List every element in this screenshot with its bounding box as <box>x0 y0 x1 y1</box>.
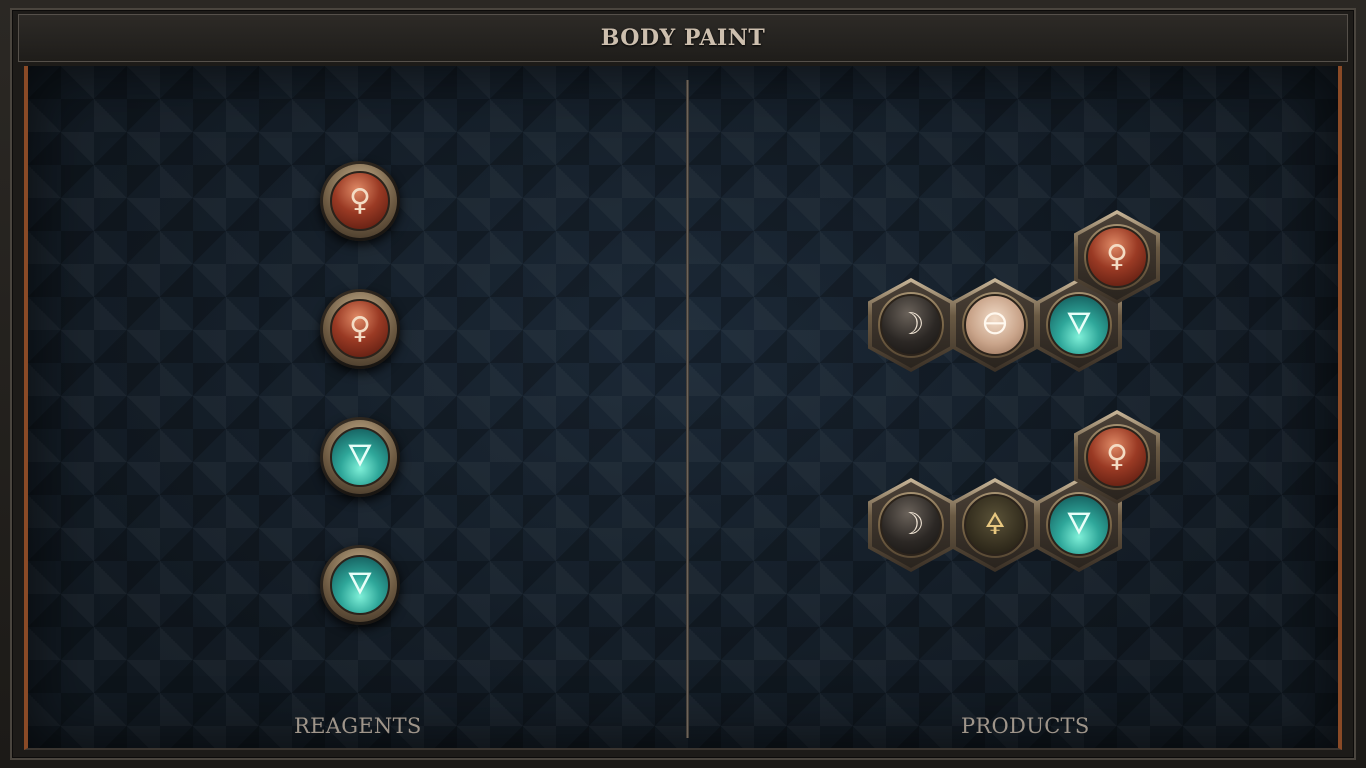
sulfur-icon: 🜍 <box>964 494 1026 556</box>
atom-socket: 🜔 <box>956 282 1034 368</box>
reagent-slot-4[interactable]: 🜄 <box>320 545 400 625</box>
reagent-glyph: ♀ <box>349 183 371 218</box>
reagent-ring: ♀ <box>323 164 397 238</box>
atom-socket: ☽ <box>872 282 950 368</box>
reagent-slot-1[interactable]: ♀ <box>320 161 400 241</box>
puzzle-board: ♀ ♀ 🜄 🜄 REAGENTS ☽ 🜔 🜄 ♀ ☽ 🜍 🜄 ♀ PRODUCT… <box>24 66 1342 750</box>
atom-socket: ♀ <box>1078 214 1156 300</box>
water-triangle-icon: 🜄 <box>1048 294 1110 356</box>
atom-socket: ☽ <box>872 482 950 568</box>
atom-glyph: 🜄 <box>1065 307 1093 342</box>
reagents-label: REAGENTS <box>294 714 422 738</box>
window-frame: BODY PAINT ♀ ♀ 🜄 🜄 REAGENTS ☽ 🜔 🜄 ♀ ☽ 🜍 … <box>0 0 1366 768</box>
water-triangle-icon: 🜄 <box>330 555 390 615</box>
reagent-ring: 🜄 <box>323 548 397 622</box>
reagent-glyph: 🜄 <box>346 439 374 474</box>
reagent-glyph: 🜄 <box>346 567 374 602</box>
venus-copper-icon: ♀ <box>1086 226 1148 288</box>
moon-silver-icon: ☽ <box>880 494 942 556</box>
venus-copper-icon: ♀ <box>330 299 390 359</box>
atom-ring: ☽ <box>878 492 944 558</box>
atom-ring: ♀ <box>1084 224 1150 290</box>
atom-socket: ♀ <box>1078 414 1156 500</box>
panel-divider <box>686 80 689 738</box>
product-atom-silver[interactable]: ☽ <box>868 478 954 572</box>
water-triangle-icon: 🜄 <box>330 427 390 487</box>
title-bar: BODY PAINT <box>18 14 1348 62</box>
atom-glyph: 🜍 <box>984 507 1006 542</box>
atom-ring: 🜄 <box>1046 492 1112 558</box>
atom-glyph: 🜔 <box>982 307 1008 342</box>
reagent-slot-2[interactable]: ♀ <box>320 289 400 369</box>
product-atom-sulfur[interactable]: 🜍 <box>952 478 1038 572</box>
atom-glyph: 🜄 <box>1065 507 1093 542</box>
atom-ring: 🜔 <box>962 292 1028 358</box>
atom-glyph: ☽ <box>897 507 925 542</box>
products-label: PRODUCTS <box>961 714 1090 738</box>
reagent-glyph: ♀ <box>349 311 371 346</box>
page-title: BODY PAINT <box>600 25 766 51</box>
product-atom-silver[interactable]: ☽ <box>868 278 954 372</box>
atom-glyph: ☽ <box>897 307 925 342</box>
product-atom-salt[interactable]: 🜔 <box>952 278 1038 372</box>
venus-copper-icon: ♀ <box>330 171 390 231</box>
atom-ring: 🜍 <box>962 492 1028 558</box>
atom-ring: ♀ <box>1084 424 1150 490</box>
water-triangle-icon: 🜄 <box>1048 494 1110 556</box>
atom-ring: ☽ <box>878 292 944 358</box>
atom-socket: 🜍 <box>956 482 1034 568</box>
atom-ring: 🜄 <box>1046 292 1112 358</box>
reagent-ring: 🜄 <box>323 420 397 494</box>
reagent-slot-3[interactable]: 🜄 <box>320 417 400 497</box>
venus-copper-icon: ♀ <box>1086 426 1148 488</box>
moon-silver-icon: ☽ <box>880 294 942 356</box>
reagent-ring: ♀ <box>323 292 397 366</box>
atom-glyph: ♀ <box>1106 439 1128 474</box>
atom-glyph: ♀ <box>1106 239 1128 274</box>
salt-icon: 🜔 <box>964 294 1026 356</box>
